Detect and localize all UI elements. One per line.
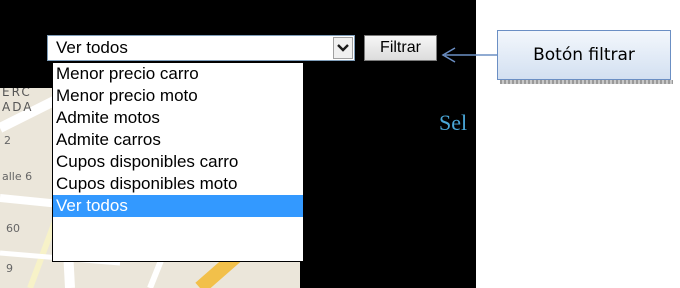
- screenshot-stage: ERC ADA 2 alle 6 60 9 Ver todos Filtrar …: [0, 0, 680, 288]
- callout-label: Botón filtrar: [533, 45, 635, 65]
- callout-box: Botón filtrar: [497, 30, 671, 80]
- callout-shadow: [500, 80, 673, 84]
